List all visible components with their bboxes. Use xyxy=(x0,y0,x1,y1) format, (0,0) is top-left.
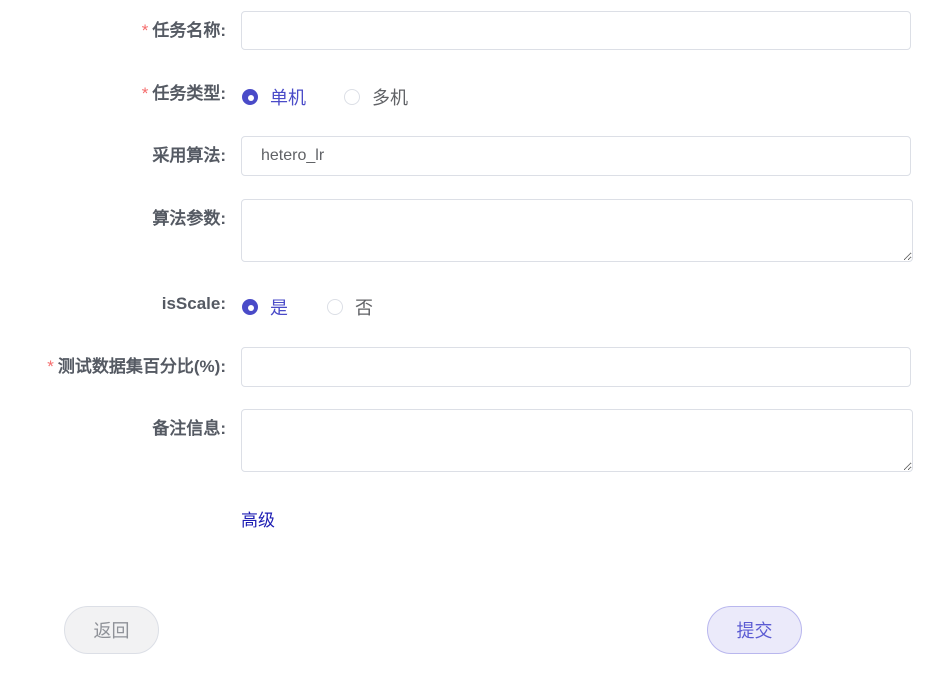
remarks-label-text: 备注信息: xyxy=(152,419,226,438)
radio-label: 单机 xyxy=(270,88,306,108)
radio-dot xyxy=(242,89,258,105)
task-type-radio-standalone[interactable]: 单机 xyxy=(242,84,306,110)
task-name-input[interactable] xyxy=(241,11,911,50)
algorithm-label-text: 采用算法: xyxy=(152,146,226,165)
algo-params-textarea[interactable] xyxy=(241,199,913,262)
radio-dot xyxy=(242,299,258,315)
required-mark: * xyxy=(141,84,149,103)
is-scale-label-text: isScale: xyxy=(161,294,226,313)
is-scale-radio-yes[interactable]: 是 xyxy=(242,294,288,320)
radio-label: 否 xyxy=(355,298,373,318)
task-type-label: * 任务类型: xyxy=(0,84,226,104)
is-scale-label: isScale: xyxy=(0,294,226,314)
algorithm-label: 采用算法: xyxy=(0,146,226,166)
task-type-label-text: 任务类型: xyxy=(152,84,226,103)
submit-button[interactable]: 提交 xyxy=(707,606,802,654)
back-button[interactable]: 返回 xyxy=(64,606,159,654)
radio-dot xyxy=(327,299,343,315)
algo-params-label-text: 算法参数: xyxy=(152,209,226,228)
algo-params-label: 算法参数: xyxy=(0,209,226,229)
algorithm-input[interactable] xyxy=(241,136,911,176)
test-percent-label: * 测试数据集百分比(%): xyxy=(0,357,226,377)
required-mark: * xyxy=(47,357,54,376)
task-name-label-text: 任务名称: xyxy=(152,21,226,40)
remarks-textarea[interactable] xyxy=(241,409,913,472)
radio-label: 多机 xyxy=(372,88,408,108)
test-percent-label-text: 测试数据集百分比(%): xyxy=(57,357,226,376)
is-scale-radio-no[interactable]: 否 xyxy=(327,294,373,320)
advanced-link[interactable]: 高级 xyxy=(241,506,275,531)
required-mark: * xyxy=(141,21,149,40)
radio-label: 是 xyxy=(270,298,288,318)
test-percent-input[interactable] xyxy=(241,347,911,387)
remarks-label: 备注信息: xyxy=(0,419,226,439)
task-type-radio-multi[interactable]: 多机 xyxy=(344,84,408,110)
radio-dot xyxy=(344,89,360,105)
task-name-label: * 任务名称: xyxy=(0,21,226,41)
